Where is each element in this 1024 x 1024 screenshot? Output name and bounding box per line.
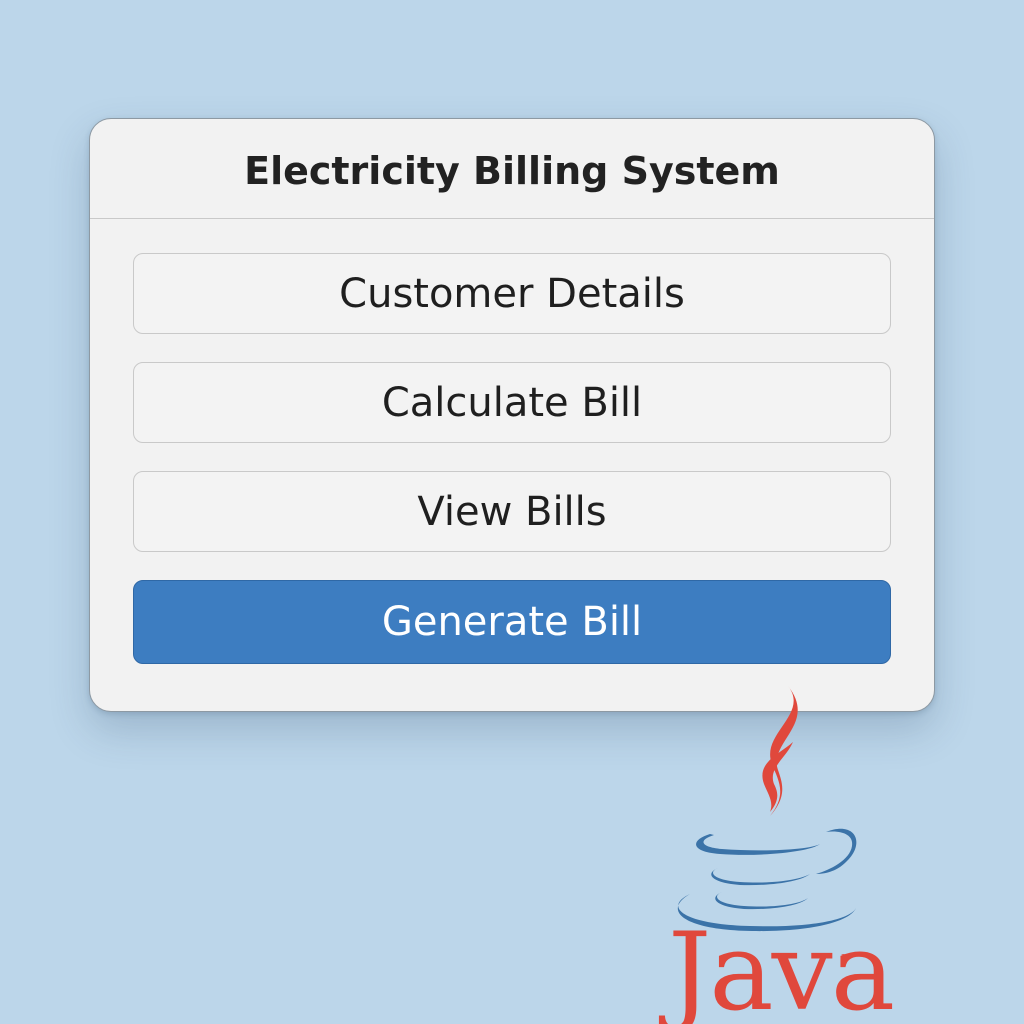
- java-wordmark: Java: [668, 910, 895, 1024]
- window-title: Electricity Billing System: [244, 148, 780, 193]
- calculate-bill-button[interactable]: Calculate Bill: [133, 362, 891, 443]
- view-bills-button[interactable]: View Bills: [133, 471, 891, 552]
- desktop-background: Electricity Billing System Customer Deta…: [0, 0, 1024, 1024]
- app-window: Electricity Billing System Customer Deta…: [89, 118, 935, 712]
- trademark-symbol: ™: [840, 952, 852, 966]
- title-bar: Electricity Billing System: [90, 119, 934, 219]
- generate-bill-button[interactable]: Generate Bill: [133, 580, 891, 664]
- customer-details-button[interactable]: Customer Details: [133, 253, 891, 334]
- main-menu: Customer Details Calculate Bill View Bil…: [133, 253, 891, 664]
